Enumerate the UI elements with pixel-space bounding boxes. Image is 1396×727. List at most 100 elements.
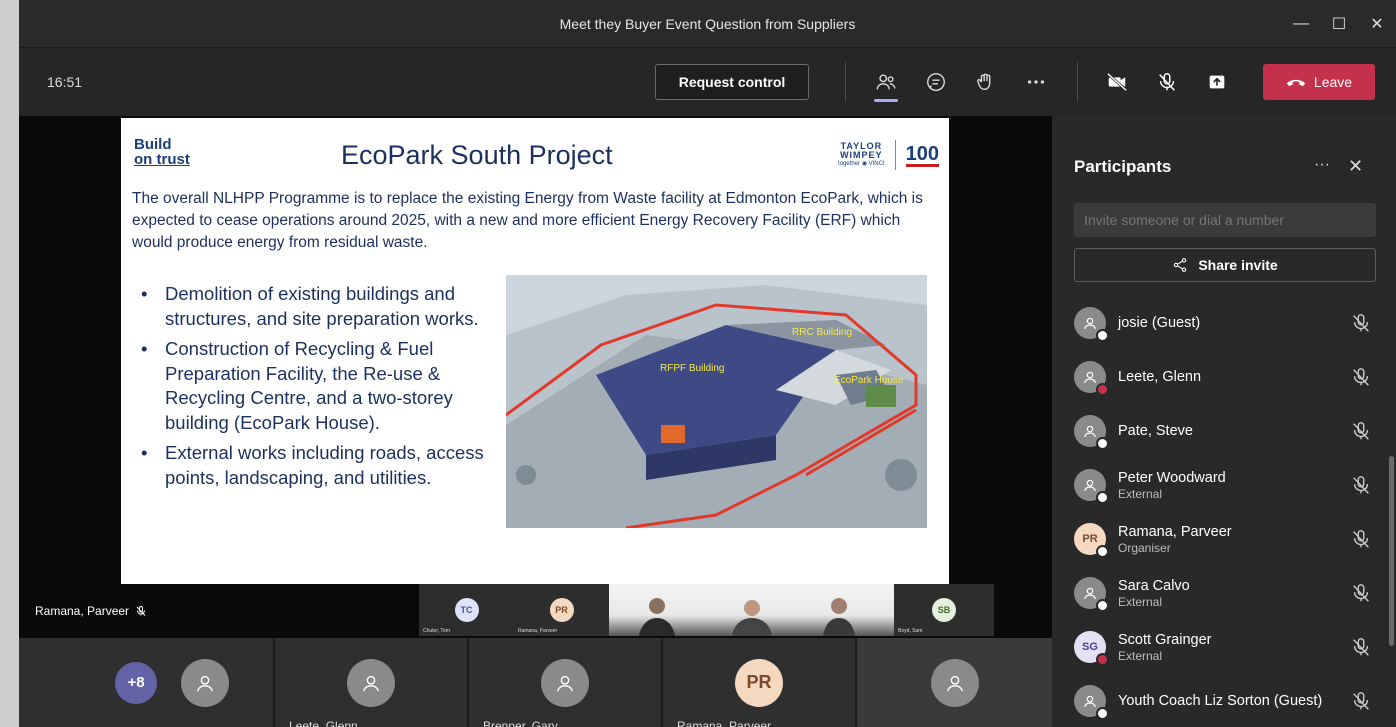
participant-row[interactable]: PR Ramana, Parveer Organiser: [1074, 512, 1374, 566]
logo-line-1: Build: [134, 136, 172, 153]
more-options-icon[interactable]: [1022, 68, 1050, 96]
avatar: [1074, 469, 1109, 504]
mic-off-icon[interactable]: [1350, 474, 1372, 496]
participant-name-block: Peter Woodward External: [1118, 470, 1226, 501]
panel-more-icon[interactable]: ···: [1314, 156, 1330, 174]
avatar-initials: PR: [1082, 533, 1098, 545]
video-thumbnail[interactable]: [799, 584, 894, 636]
mic-off-icon[interactable]: [1350, 528, 1372, 550]
invite-input[interactable]: [1074, 203, 1376, 237]
participant-row[interactable]: josie (Guest): [1074, 296, 1374, 350]
share-invite-button[interactable]: Share invite: [1074, 248, 1376, 282]
participant-row[interactable]: SG Scott Grainger External: [1074, 620, 1374, 674]
gallery-tile[interactable]: +8: [19, 638, 273, 727]
slide-intro-paragraph: The overall NLHPP Programme is to replac…: [132, 190, 923, 251]
share-tray-icon[interactable]: [1203, 68, 1231, 96]
window-controls: — ☐ ✕: [1282, 0, 1396, 48]
slide-bullet: Demolition of existing buildings and str…: [137, 282, 497, 331]
rrc-building-label: RRC Building: [792, 327, 853, 338]
toolbar-divider: [1077, 62, 1078, 102]
presenter-name-tag: Ramana, Parveer: [35, 604, 147, 618]
participant-row[interactable]: Sara Calvo External: [1074, 566, 1374, 620]
avatar-initials: SG: [1082, 641, 1098, 653]
presence-status-icon: [1096, 491, 1109, 504]
mic-off-icon[interactable]: [1350, 366, 1372, 388]
participant-name-block: Youth Coach Liz Sorton (Guest): [1118, 693, 1322, 709]
participant-row[interactable]: Leete, Glenn: [1074, 350, 1374, 404]
avatar: [930, 658, 979, 707]
video-thumbnail[interactable]: [704, 584, 799, 636]
gallery-tile[interactable]: [857, 638, 1052, 727]
brand-divider: [894, 140, 896, 170]
person-icon: [1084, 479, 1096, 492]
ecopark-aerial-render: RRC Building RFPF Building EcoPark House: [506, 275, 927, 528]
chat-icon[interactable]: [922, 68, 950, 96]
mic-off-icon[interactable]: [1350, 690, 1372, 712]
participant-thumbnail-strip: TC Chuter, Tom PR Ramana, Parveer SB Boy…: [419, 584, 994, 636]
thumbnail-avatar: TC: [454, 598, 479, 622]
participant-name: josie (Guest): [1118, 315, 1201, 331]
presence-status-icon: [1096, 383, 1109, 396]
thumbnail-tile[interactable]: SB Boyd, Sam: [894, 584, 994, 636]
gallery-name: Leete, Glenn: [289, 719, 358, 727]
video-thumbnail[interactable]: [609, 584, 704, 636]
gallery-name: Ramana, Parveer: [677, 719, 772, 727]
slide-bullet-list: Demolition of existing buildings and str…: [137, 282, 497, 496]
maximize-button[interactable]: ☐: [1320, 0, 1358, 48]
mic-off-icon[interactable]: [1350, 312, 1372, 334]
thumbnail-caption: Boyd, Sam: [898, 628, 923, 634]
gallery-tile[interactable]: Leete, Glenn: [275, 638, 467, 727]
participant-video-graphic: [639, 598, 675, 636]
mic-off-icon[interactable]: [1153, 68, 1181, 96]
participant-role: External: [1118, 648, 1163, 663]
leave-button[interactable]: Leave: [1263, 64, 1375, 100]
close-window-button[interactable]: ✕: [1358, 0, 1396, 48]
presence-status-icon: [1096, 599, 1109, 612]
reactions-icon[interactable]: [972, 68, 1000, 96]
panel-close-icon[interactable]: ✕: [1348, 156, 1363, 177]
gallery-tile[interactable]: PR Ramana, Parveer: [663, 638, 855, 727]
participant-row[interactable]: Pate, Steve: [1074, 404, 1374, 458]
participant-role: External: [1118, 486, 1163, 501]
participant-name-block: Sara Calvo External: [1118, 578, 1190, 609]
more-participants-badge[interactable]: +8: [115, 661, 157, 704]
panel-scrollbar[interactable]: [1389, 456, 1394, 646]
people-icon[interactable]: [872, 68, 900, 102]
avatar: PR: [735, 658, 783, 707]
participant-name-block: Leete, Glenn: [1118, 369, 1201, 385]
person-icon: [196, 675, 214, 691]
person-icon: [1084, 371, 1096, 384]
thumbnail-tile[interactable]: PR Ramana, Parveer: [514, 584, 609, 636]
person-icon: [1084, 587, 1096, 600]
teams-meeting-window: Meet they Buyer Event Question from Supp…: [0, 0, 1396, 727]
mic-off-icon[interactable]: [1350, 420, 1372, 442]
rfpf-building-label: RFPF Building: [660, 363, 725, 374]
request-control-button[interactable]: Request control: [655, 64, 809, 100]
logo-line-2: on trust: [134, 151, 190, 168]
person-icon: [1084, 425, 1096, 438]
minimize-button[interactable]: —: [1282, 0, 1320, 48]
phone-hangup-icon: [1286, 79, 1306, 87]
person-icon: [556, 675, 574, 691]
mic-off-icon[interactable]: [1350, 582, 1372, 604]
title-bar: Meet they Buyer Event Question from Supp…: [19, 0, 1396, 48]
participant-name: Youth Coach Liz Sorton (Guest): [1118, 693, 1323, 709]
participant-row[interactable]: Youth Coach Liz Sorton (Guest): [1074, 674, 1374, 727]
participant-row[interactable]: Peter Woodward External: [1074, 458, 1374, 512]
avatar: [347, 658, 395, 707]
presence-status-icon: [1096, 437, 1109, 450]
mic-off-icon[interactable]: [1350, 636, 1372, 658]
gallery-tile[interactable]: Brenner, Gary: [469, 638, 661, 727]
presence-status-icon: [1096, 545, 1109, 558]
gallery-name: Brenner, Gary: [483, 719, 558, 727]
person-icon: [1084, 695, 1096, 708]
site-render-graphic: [506, 275, 927, 528]
thumbnail-tile[interactable]: TC Chuter, Tom: [419, 584, 514, 636]
presenter-name: Ramana, Parveer: [35, 604, 130, 618]
camera-off-icon[interactable]: [1103, 68, 1131, 96]
toolbar-divider: [845, 62, 846, 102]
person-icon: [362, 675, 380, 691]
participant-name-block: Scott Grainger External: [1118, 632, 1212, 663]
meeting-toolbar: 16:51 Request control Leave: [19, 48, 1396, 116]
presentation-slide: Build on trust EcoPark South Project TAY…: [121, 118, 949, 584]
